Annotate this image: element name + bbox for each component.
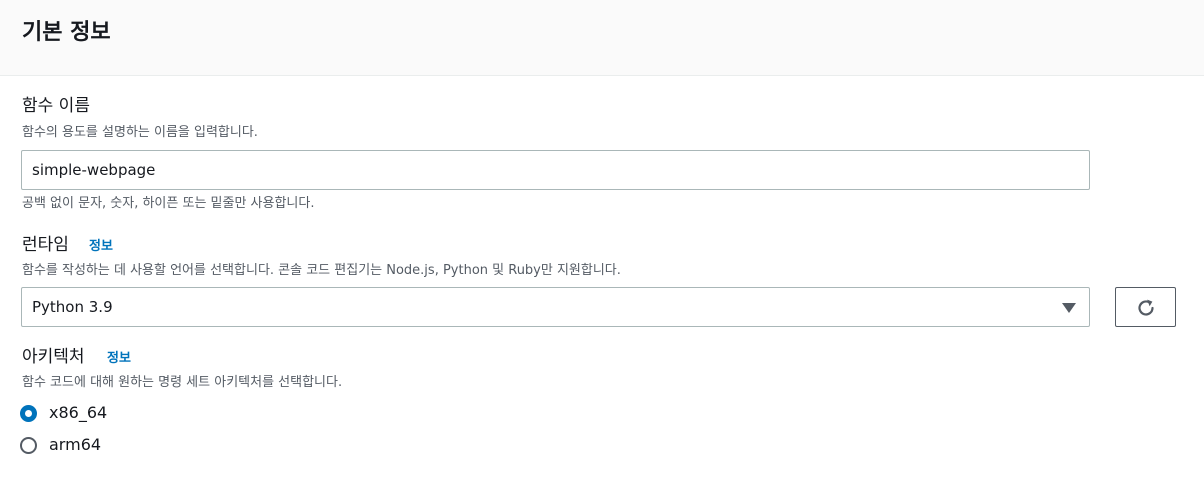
architecture-description: 함수 코드에 대해 원하는 명령 세트 아키텍처를 선택합니다.: [22, 375, 343, 390]
panel-title: 기본 정보: [22, 20, 111, 45]
panel-header: 기본 정보: [0, 0, 1204, 76]
runtime-info-link[interactable]: 정보: [89, 238, 113, 256]
runtime-label: 런타임: [22, 235, 69, 255]
function-name-input[interactable]: [21, 150, 1090, 190]
refresh-icon: [1138, 299, 1154, 316]
radio-label-x86-64: x86_64: [49, 403, 108, 422]
runtime-select[interactable]: Python 3.9: [21, 287, 1090, 327]
caret-down-icon: [1062, 303, 1076, 313]
radio-label-arm64: arm64: [49, 435, 102, 454]
architecture-info-link[interactable]: 정보: [107, 350, 131, 368]
function-name-label: 함수 이름: [22, 96, 90, 116]
architecture-label: 아키텍처: [22, 347, 85, 367]
refresh-button[interactable]: [1115, 287, 1176, 327]
radio-button-unchecked[interactable]: [20, 437, 37, 454]
runtime-selected-value: Python 3.9: [32, 298, 113, 316]
function-name-description: 함수의 용도를 설명하는 이름을 입력합니다.: [22, 125, 258, 140]
runtime-description: 함수를 작성하는 데 사용할 언어를 선택합니다. 콘솔 코드 편집기는 Nod…: [22, 263, 621, 278]
function-name-constraint: 공백 없이 문자, 숫자, 하이픈 또는 밑줄만 사용합니다.: [22, 196, 315, 211]
radio-button-checked[interactable]: [20, 405, 37, 422]
